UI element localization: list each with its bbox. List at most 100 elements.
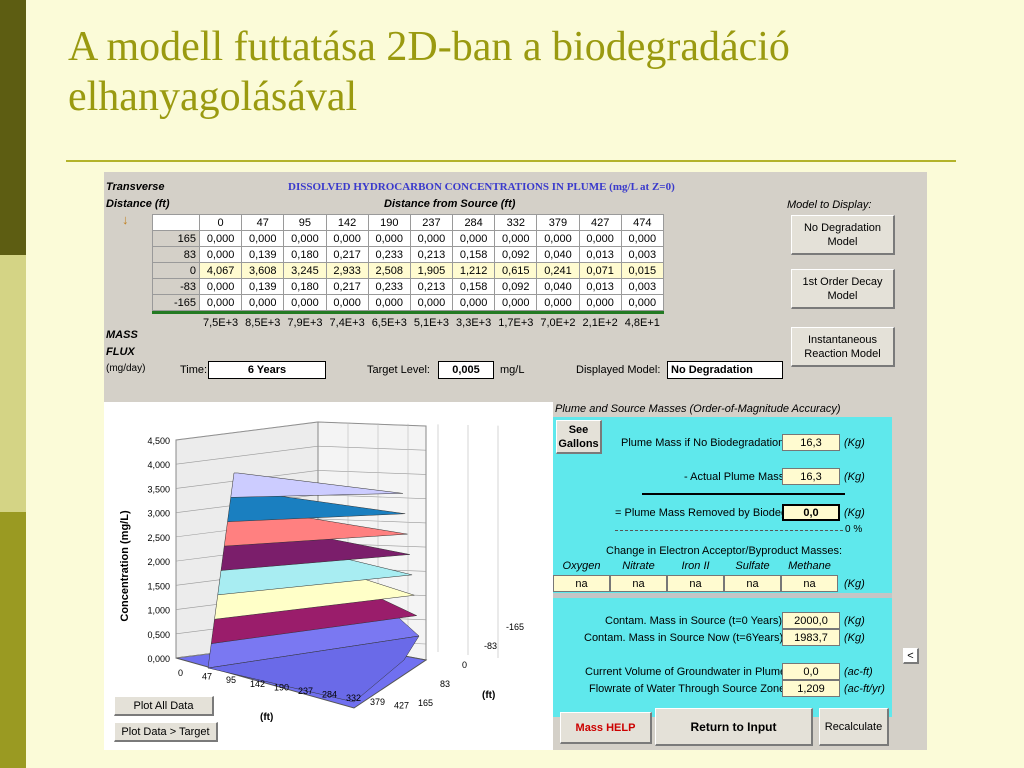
table-cell: 0,040	[536, 246, 580, 263]
y-tick-label: 4,000	[147, 460, 170, 470]
table-cell: 0,213	[409, 278, 454, 295]
acceptor-value: na	[781, 575, 838, 592]
time-field[interactable]: 6 Years	[208, 361, 326, 379]
kg-unit-4: (Kg)	[844, 578, 865, 590]
row-distance-cell: -165	[152, 294, 200, 311]
see-gallons-button[interactable]: See Gallons	[556, 420, 602, 454]
x-tick-label: 332	[346, 693, 361, 703]
acceptor-value: na	[667, 575, 724, 592]
y-tick-label: 0,500	[147, 630, 170, 640]
x-tick-label: 190	[274, 682, 289, 692]
column-header: 47	[241, 214, 285, 231]
table-row: 165 0,000 0,000 0,000 0,000 0,000 0,000 0,000 0,…	[152, 230, 664, 247]
table-cell: 0,217	[325, 278, 369, 295]
source-t0-label: Contam. Mass in Source (t=0 Years)	[605, 615, 782, 627]
acceptor-name: Sulfate	[735, 560, 770, 572]
table-cell: 0,000	[409, 294, 454, 311]
table-cell: 1,212	[452, 262, 496, 279]
z-tick-label: 165	[418, 698, 433, 708]
removed-value: 0,0	[782, 504, 840, 521]
displayed-model-field[interactable]: No Degradation	[667, 361, 783, 379]
table-cell: 0,139	[241, 246, 285, 263]
first-order-decay-button[interactable]: 1st Order Decay Model	[791, 269, 895, 309]
flowrate-unit: (ac-ft/yr)	[844, 683, 885, 695]
y-tick-label: 3,000	[147, 509, 170, 519]
table-cell: 0,213	[409, 246, 454, 263]
table-cell: 0,180	[283, 246, 327, 263]
z-tick-label: -165	[506, 622, 524, 632]
row-distance-cell: 83	[152, 246, 200, 263]
column-header: 142	[325, 214, 369, 231]
table-cell: 0,000	[198, 278, 243, 295]
removed-percent: 0 %	[845, 524, 863, 535]
plume-mass-no-bio-label: Plume Mass if No Biodegradation	[621, 437, 785, 449]
flowrate-label: Flowrate of Water Through Source Zone	[589, 683, 786, 695]
return-to-input-button[interactable]: Return to Input	[655, 708, 813, 746]
target-level-label: Target Level:	[367, 364, 430, 376]
distance-from-source-label: Distance from Source (ft)	[384, 198, 516, 210]
table-cell: 0,000	[198, 294, 243, 311]
table-cell: 0,615	[494, 262, 538, 279]
table-cell: 0,000	[536, 294, 580, 311]
z-tick-label: -83	[484, 641, 497, 651]
table-cell: 0,000	[325, 230, 369, 247]
table-cell: 1,905	[409, 262, 454, 279]
source-t0-value: 2000,0	[782, 612, 840, 629]
scroll-left-button[interactable]: <	[903, 648, 919, 664]
transverse-label: Transverse	[106, 181, 165, 193]
time-label: Time:	[180, 364, 208, 376]
x-tick-label: 95	[226, 675, 236, 685]
table-cell: 0,000	[578, 230, 622, 247]
table-cell: 0,000	[198, 246, 243, 263]
x-tick-label: 47	[202, 672, 212, 682]
panel-title: Plume and Source Masses (Order-of-Magnit…	[555, 403, 841, 415]
actual-plume-mass-label: - Actual Plume Mass	[684, 471, 785, 483]
column-header: 0	[198, 214, 243, 231]
mass-help-button[interactable]: Mass HELP	[560, 712, 652, 744]
y-tick-label: 4,500	[147, 436, 170, 446]
x-tick-label: 379	[370, 697, 385, 707]
table-cell: 0,241	[536, 262, 580, 279]
y-tick-label: 3,500	[147, 484, 170, 494]
acceptor-name: Methane	[788, 560, 831, 572]
y-axis-label: Concentration (mg/L)	[119, 510, 131, 622]
recalculate-button[interactable]: Recalculate	[819, 708, 889, 746]
table-row: -83 0,000 0,139 0,180 0,217 0,233 0,213 0,158 0,…	[152, 278, 664, 295]
table-cell: 0,003	[620, 246, 664, 263]
target-level-field[interactable]: 0,005	[438, 361, 494, 379]
sidebar-band-light	[0, 255, 26, 512]
instantaneous-reaction-button[interactable]: Instantaneous Reaction Model	[791, 327, 895, 367]
mass-flux-unit: (mg/day)	[106, 363, 146, 374]
table-cell: 0,180	[283, 278, 327, 295]
table-cell: 0,092	[494, 246, 538, 263]
plot-all-data-button[interactable]: Plot All Data	[114, 696, 214, 716]
table-cell: 0,000	[325, 294, 369, 311]
mass-flux-cell: 3,3E+3	[452, 313, 496, 332]
column-header: 379	[536, 214, 580, 231]
table-cell: 0,003	[620, 278, 664, 295]
kg-unit-3: (Kg)	[844, 507, 865, 519]
flowrate-value: 1,209	[782, 680, 840, 697]
title-divider	[66, 160, 956, 162]
y-tick-label: 2,000	[147, 557, 170, 567]
slide-title-line1: A modell futtatása 2D-ban a biodegradáci…	[68, 24, 790, 70]
acceptor-value: na	[724, 575, 781, 592]
table-cell: 0,013	[578, 278, 622, 295]
table-row: 83 0,000 0,139 0,180 0,217 0,233 0,213 0,158 0,0…	[152, 246, 664, 263]
bioscreen-output-window: Transverse Distance (ft) DISSOLVED HYDRO…	[104, 172, 927, 750]
model-to-display-label: Model to Display:	[787, 199, 872, 211]
kg-unit-1: (Kg)	[844, 437, 865, 449]
slide-title-line2: elhanyagolásával	[68, 74, 358, 120]
plume-source-mass-panel: See Gallons Plume Mass if No Biodegradat…	[553, 417, 892, 717]
corner-cell	[152, 214, 200, 231]
no-degradation-button[interactable]: No Degradation Model	[791, 215, 895, 255]
x-tick-label: 237	[298, 686, 313, 696]
table-cell: 0,092	[494, 278, 538, 295]
column-header: 95	[283, 214, 327, 231]
displayed-model-label: Displayed Model:	[576, 364, 661, 376]
gw-volume-unit: (ac-ft)	[844, 666, 873, 678]
mass-flux-cell: 6,5E+3	[367, 313, 411, 332]
target-unit: mg/L	[500, 364, 525, 376]
table-cell: 0,000	[620, 294, 664, 311]
plot-data-target-button[interactable]: Plot Data > Target	[114, 722, 218, 742]
